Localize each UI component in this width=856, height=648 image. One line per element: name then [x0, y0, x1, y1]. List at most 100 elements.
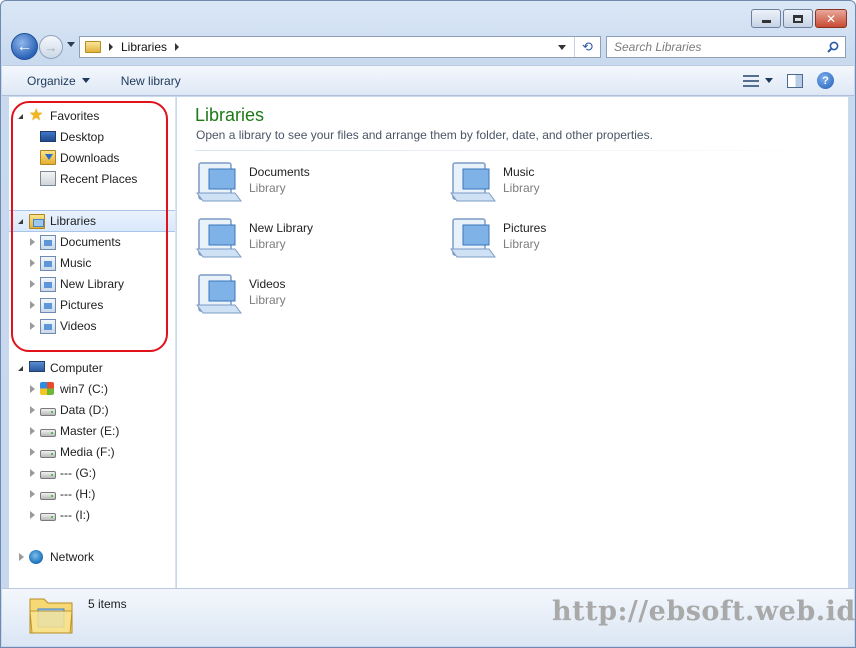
breadcrumb-separator-icon[interactable] — [109, 43, 113, 51]
library-type: Library — [249, 181, 286, 195]
expand-arrow-icon[interactable] — [30, 427, 35, 435]
library-icon — [450, 162, 496, 202]
change-view-icon[interactable] — [743, 74, 759, 88]
help-icon[interactable]: ? — [817, 72, 834, 89]
organize-label: Organize — [27, 73, 76, 88]
expand-arrow-icon[interactable] — [30, 406, 35, 414]
tree-item-desktop[interactable]: Desktop — [9, 127, 175, 147]
tree-libraries[interactable]: Libraries — [9, 210, 175, 232]
navigation-pane: ★ Favorites Desktop Downloads Recent Pla… — [9, 97, 176, 588]
minimize-button[interactable] — [751, 9, 781, 28]
library-type: Library — [503, 181, 540, 195]
drive-icon — [40, 492, 56, 500]
computer-icon — [29, 361, 45, 372]
desktop-icon — [40, 131, 56, 142]
maximize-icon — [793, 14, 803, 23]
expand-arrow-icon[interactable] — [30, 511, 35, 519]
drive-icon — [40, 408, 56, 416]
tree-label: Media (F:) — [60, 445, 115, 459]
tree-item-videos[interactable]: Videos — [9, 316, 175, 336]
tree-item-drive-f[interactable]: Media (F:) — [9, 442, 175, 462]
page-subtitle: Open a library to see your files and arr… — [196, 128, 653, 142]
expand-arrow-icon[interactable] — [30, 301, 35, 309]
forward-button[interactable]: → — [39, 35, 63, 59]
search-box[interactable] — [606, 36, 846, 58]
tree-label: Music — [60, 256, 92, 270]
tree-label: New Library — [60, 277, 125, 291]
tree-item-recent-places[interactable]: Recent Places — [9, 169, 175, 189]
expand-arrow-icon[interactable] — [19, 553, 24, 561]
libraries-folder-icon — [29, 598, 73, 634]
library-icon — [450, 218, 496, 258]
tree-item-drive-h[interactable]: --- (H:) — [9, 484, 175, 504]
expand-arrow-icon[interactable] — [30, 448, 35, 456]
tree-computer[interactable]: Computer — [9, 358, 175, 378]
tree-item-drive-c[interactable]: win7 (C:) — [9, 379, 175, 399]
tree-item-downloads[interactable]: Downloads — [9, 148, 175, 168]
collapse-arrow-icon[interactable] — [18, 114, 23, 119]
libraries-folder-icon — [29, 214, 45, 229]
caption-buttons: ✕ — [751, 9, 847, 28]
page-title: Libraries — [195, 105, 265, 125]
tree-network[interactable]: Network — [9, 547, 175, 567]
expand-arrow-icon[interactable] — [30, 385, 35, 393]
tree-item-drive-i[interactable]: --- (I:) — [9, 505, 175, 525]
downloads-icon — [40, 150, 56, 165]
tree-item-new-library[interactable]: New Library — [9, 274, 175, 294]
tree-item-documents[interactable]: Documents — [9, 232, 175, 252]
address-history-dropdown[interactable] — [558, 45, 566, 50]
tree-item-drive-g[interactable]: --- (G:) — [9, 463, 175, 483]
expand-arrow-icon[interactable] — [30, 322, 35, 330]
expand-arrow-icon[interactable] — [30, 469, 35, 477]
view-options-dropdown[interactable] — [765, 78, 773, 83]
drive-icon — [40, 450, 56, 458]
breadcrumb-libraries[interactable]: Libraries — [121, 40, 167, 54]
tree-label: Data (D:) — [60, 403, 109, 417]
library-tile-new-library[interactable]: New Library Library — [195, 215, 425, 263]
library-tile-documents[interactable]: Documents Library — [195, 159, 425, 207]
recent-pages-dropdown[interactable] — [67, 42, 75, 47]
expand-arrow-icon[interactable] — [30, 280, 35, 288]
tree-item-drive-d[interactable]: Data (D:) — [9, 400, 175, 420]
organize-button[interactable]: Organize — [27, 74, 90, 88]
minimize-icon — [761, 20, 771, 23]
tree-item-music[interactable]: Music — [9, 253, 175, 273]
library-type: Library — [249, 293, 286, 307]
toolbar-right-group: ? — [743, 72, 834, 89]
new-library-button[interactable]: New library — [121, 74, 181, 88]
library-tile-music[interactable]: Music Library — [449, 159, 679, 207]
drive-icon — [40, 471, 56, 479]
preview-pane-icon[interactable] — [787, 73, 803, 88]
collapse-arrow-icon[interactable] — [18, 219, 23, 224]
tree-item-drive-e[interactable]: Master (E:) — [9, 421, 175, 441]
refresh-button[interactable]: ⟲ — [574, 37, 600, 57]
library-icon — [196, 162, 242, 202]
search-icon[interactable] — [827, 41, 839, 53]
tree-label: win7 (C:) — [60, 382, 109, 396]
item-count: 5 items — [88, 597, 127, 611]
explorer-window: ✕ ← → Libraries ⟲ Organize New library — [0, 0, 856, 648]
library-name: New Library — [249, 221, 314, 235]
tree-item-pictures[interactable]: Pictures — [9, 295, 175, 315]
expand-arrow-icon[interactable] — [30, 238, 35, 246]
back-button[interactable]: ← — [11, 33, 38, 60]
library-type: Library — [249, 237, 286, 251]
tree-label: Desktop — [60, 130, 105, 144]
close-button[interactable]: ✕ — [815, 9, 847, 28]
new-library-label: New library — [120, 73, 181, 88]
chevron-down-icon — [81, 78, 90, 83]
library-icon — [196, 218, 242, 258]
maximize-button[interactable] — [783, 9, 813, 28]
search-input[interactable] — [614, 40, 814, 54]
refresh-icon: ⟲ — [582, 39, 593, 54]
library-tile-videos[interactable]: Videos Library — [195, 271, 425, 319]
collapse-arrow-icon[interactable] — [18, 366, 23, 371]
breadcrumb-separator-icon[interactable] — [175, 43, 180, 51]
expand-arrow-icon[interactable] — [30, 259, 35, 267]
tree-favorites[interactable]: ★ Favorites — [9, 106, 175, 126]
main-content: Libraries Open a library to see your fil… — [177, 97, 848, 588]
library-tile-pictures[interactable]: Pictures Library — [449, 215, 679, 263]
address-bar[interactable]: Libraries ⟲ — [79, 36, 601, 58]
library-type: Library — [503, 237, 540, 251]
expand-arrow-icon[interactable] — [30, 490, 35, 498]
